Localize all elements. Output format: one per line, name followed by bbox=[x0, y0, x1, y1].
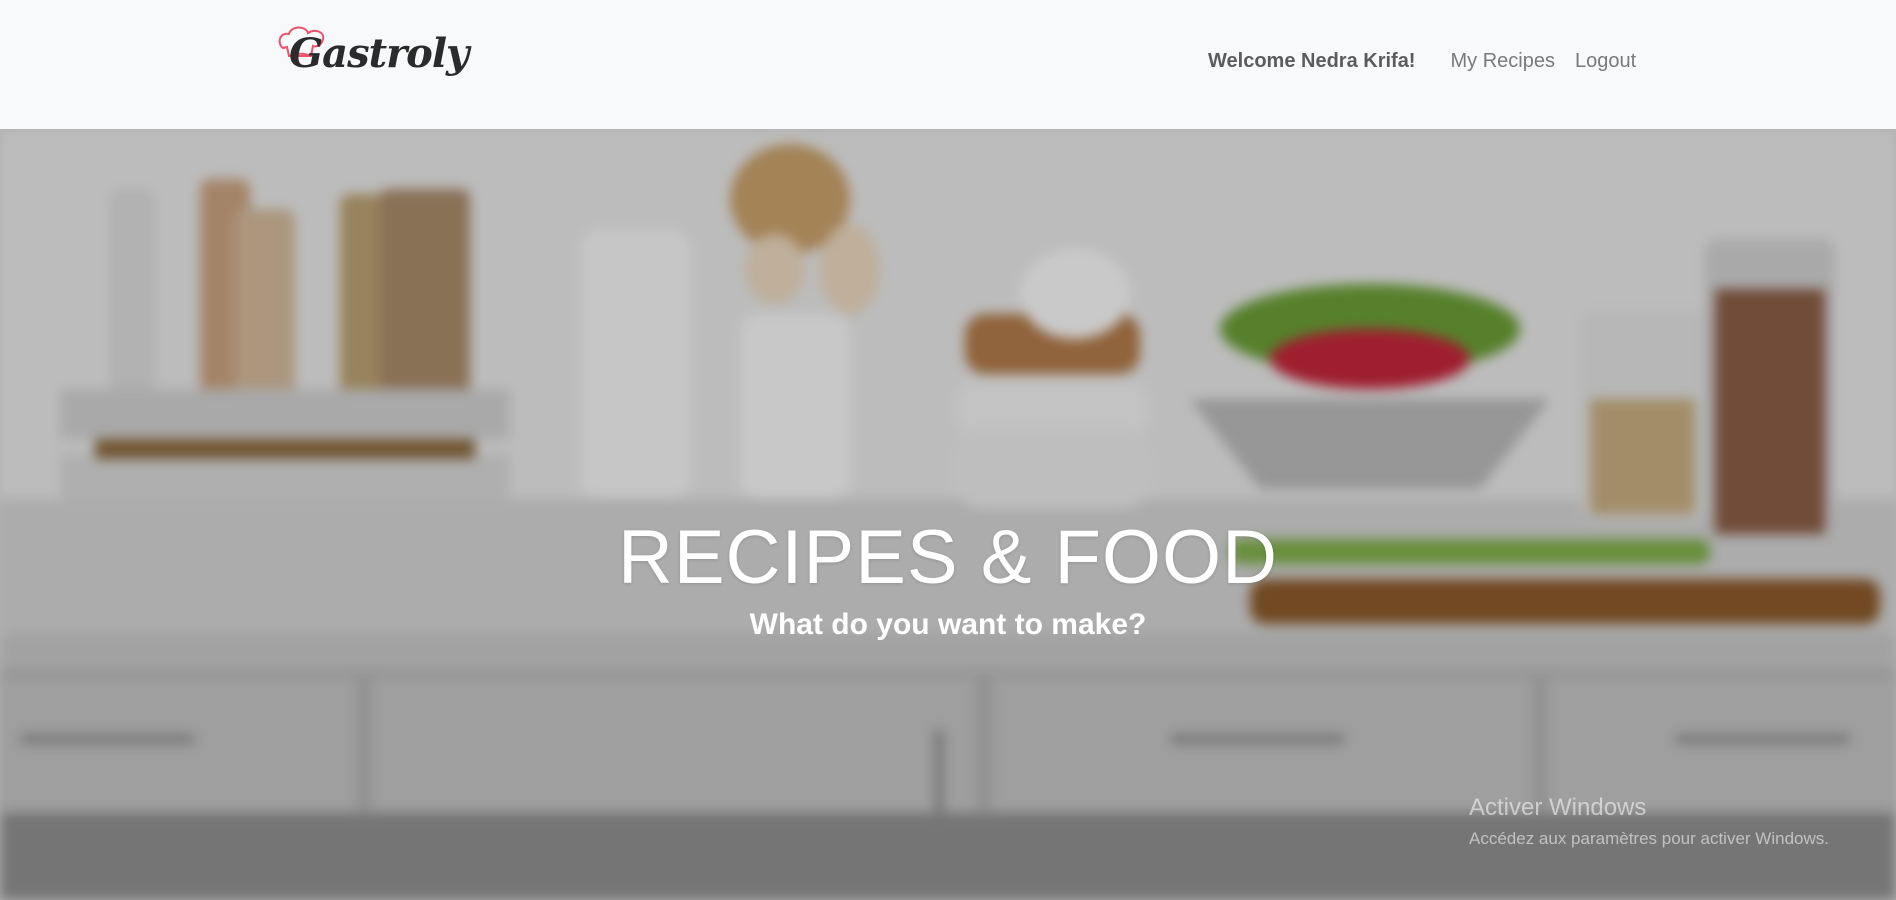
hero-subtitle: What do you want to make? bbox=[749, 608, 1147, 641]
brand-name: Gastroly bbox=[289, 30, 469, 77]
nav-link-my-recipes[interactable]: My Recipes bbox=[1450, 50, 1554, 73]
nav-link-logout[interactable]: Logout bbox=[1575, 50, 1636, 73]
windows-activation-title: Activer Windows bbox=[1469, 794, 1647, 821]
windows-activation-subtitle: Accédez aux paramètres pour activer Wind… bbox=[1469, 829, 1829, 848]
hero-title: RECIPES & FOOD bbox=[617, 515, 1279, 600]
navbar: Gastroly Welcome Nedra Krifa! My Recipes… bbox=[0, 0, 1896, 129]
welcome-text: Welcome Nedra Krifa! bbox=[1208, 49, 1416, 72]
brand-logo[interactable]: Gastroly bbox=[275, 26, 469, 88]
hero-banner: RECIPES & FOOD What do you want to make?… bbox=[0, 129, 1896, 900]
nav-menu: Welcome Nedra Krifa! My Recipes Logout bbox=[1208, 48, 1656, 74]
